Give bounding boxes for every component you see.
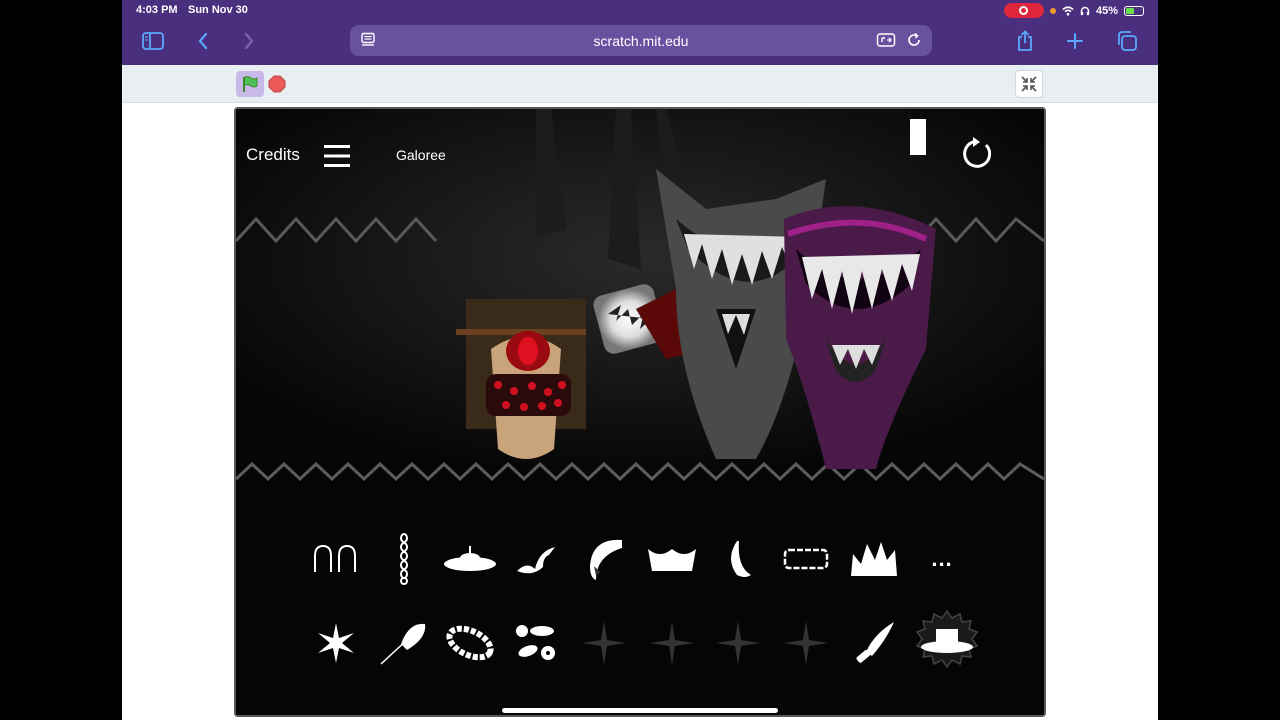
reload-icon[interactable] [906, 32, 922, 48]
slot-top-hat[interactable] [914, 609, 980, 671]
slot-spiky-crown[interactable] [846, 533, 902, 585]
slot-locked-3[interactable] [710, 617, 766, 669]
slot-cage[interactable] [778, 533, 834, 585]
locked-star-icon [716, 621, 760, 665]
slot-saucer[interactable] [442, 533, 498, 585]
slot-chain[interactable] [376, 533, 432, 585]
slot-twin-pods[interactable] [308, 533, 364, 585]
slot-bead-ring[interactable] [442, 617, 498, 669]
stop-button[interactable] [268, 75, 286, 93]
slot-burst[interactable] [308, 617, 364, 669]
slot-more[interactable]: ... [914, 533, 970, 585]
cage-icon [783, 548, 829, 570]
chevron-left-icon [198, 32, 208, 50]
slot-locked-1[interactable] [576, 617, 632, 669]
slot-claw-swirl[interactable] [508, 533, 564, 585]
slot-fang-arc[interactable] [576, 533, 632, 585]
crown-icon [648, 549, 696, 571]
browser-toolbar: scratch.mit.edu [122, 22, 1158, 65]
sidebar-icon [142, 32, 164, 50]
home-indicator[interactable] [502, 708, 778, 713]
plus-icon [1067, 33, 1083, 49]
bead-ring-icon [446, 625, 494, 661]
green-flag-button[interactable] [236, 71, 264, 97]
fang-arc-icon [590, 539, 622, 580]
wifi-icon [1062, 5, 1074, 15]
green-flag-icon [243, 76, 258, 92]
twin-pods-icon [314, 544, 356, 572]
exit-fullscreen-button[interactable] [1015, 70, 1043, 98]
knife-icon [856, 622, 894, 663]
url-text: scratch.mit.edu [593, 33, 689, 49]
mod-title: Galoree [396, 147, 446, 163]
volume-bar-icon[interactable] [910, 119, 926, 155]
slot-locked-4[interactable] [778, 617, 834, 669]
browser-window: 4:03 PM Sun Nov 30 45% scratch.mit.edu C… [122, 0, 1158, 720]
credits-button[interactable]: Credits [246, 145, 300, 165]
clock: 4:03 PM [136, 4, 178, 16]
status-bar: 4:03 PM Sun Nov 30 45% [122, 0, 1158, 22]
dot-cluster-icon [516, 625, 555, 660]
battery-icon [1124, 5, 1144, 16]
saucer-icon [444, 546, 496, 571]
sidebar-toggle-button[interactable] [138, 28, 168, 54]
slot-feather[interactable] [376, 617, 432, 669]
scratch-controls-bar [122, 65, 1158, 103]
spiky-crown-icon [851, 542, 897, 576]
share-button[interactable] [1010, 28, 1040, 54]
feather-icon [380, 623, 426, 665]
slot-knife[interactable] [846, 617, 902, 669]
tabs-icon [1118, 31, 1137, 51]
tabs-overview-button[interactable] [1112, 28, 1142, 54]
status-indicators: 45% [1003, 3, 1144, 18]
share-icon [1018, 30, 1032, 51]
locked-star-icon [650, 621, 694, 665]
top-hat-icon [915, 609, 979, 669]
game-stage[interactable]: Credits Galoree ... [234, 107, 1046, 717]
slot-locked-2[interactable] [644, 617, 700, 669]
screen-record-icon[interactable] [1003, 3, 1044, 18]
claw-swirl-icon [517, 547, 555, 574]
locked-star-icon [582, 621, 626, 665]
address-bar[interactable]: scratch.mit.edu [350, 25, 932, 56]
reader-icon[interactable] [876, 32, 896, 48]
burst-icon [318, 623, 354, 663]
reset-icon[interactable] [960, 137, 994, 171]
more-icon: ... [931, 546, 953, 571]
headphones-icon [1080, 6, 1090, 15]
mic-indicator-icon [1049, 7, 1056, 14]
new-tab-button[interactable] [1060, 28, 1090, 54]
date: Sun Nov 30 [188, 4, 248, 16]
slot-crescent[interactable] [710, 533, 766, 585]
slot-dot-cluster[interactable] [508, 617, 564, 669]
crescent-icon [731, 541, 751, 577]
collapse-icon [1021, 76, 1037, 92]
hamburger-menu-icon[interactable] [324, 143, 350, 169]
slot-crown[interactable] [644, 533, 700, 585]
chevron-right-icon [244, 32, 254, 50]
forward-button[interactable] [234, 28, 264, 54]
battery-percent: 45% [1095, 4, 1118, 17]
chain-icon [400, 533, 408, 585]
locked-star-icon [784, 621, 828, 665]
back-button[interactable] [188, 28, 218, 54]
